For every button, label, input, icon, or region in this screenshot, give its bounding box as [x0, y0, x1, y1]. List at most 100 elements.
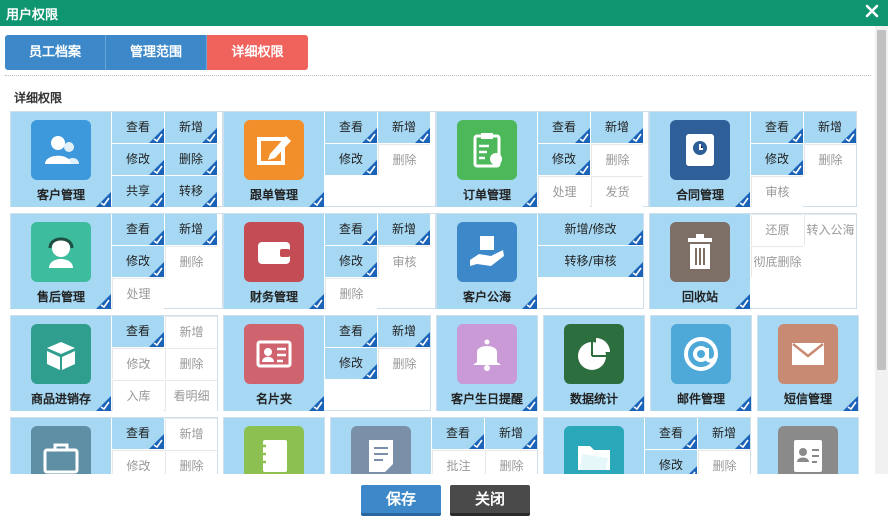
check-icon — [149, 128, 164, 143]
permission-option[interactable]: 新增 — [165, 214, 217, 245]
permission-option[interactable]: 转移/审核 — [538, 246, 643, 277]
module-card: 商品进销存 查看 新增 修改 删除 入库 看明细 — [10, 315, 218, 411]
check-icon — [309, 294, 324, 309]
permission-option[interactable]: 批注 — [432, 450, 484, 474]
permission-option[interactable]: 修改 — [112, 246, 164, 277]
permission-option[interactable]: 新增 — [591, 112, 643, 143]
permission-option[interactable]: 查看 — [112, 316, 164, 347]
permission-option[interactable]: 删除 — [165, 246, 217, 277]
module-card: 回收站 还原 转入公海 彻底删除 — [649, 213, 857, 309]
permission-option[interactable]: 看明细 — [165, 380, 217, 411]
check-icon — [362, 364, 377, 379]
module-card — [757, 417, 859, 474]
module-toggle[interactable]: 回收站 — [650, 214, 750, 309]
check-icon — [735, 434, 750, 449]
module-toggle[interactable] — [11, 418, 111, 474]
permission-option[interactable]: 修改 — [325, 246, 377, 277]
scrollbar-thumb[interactable] — [877, 30, 886, 370]
permission-option[interactable]: 删除 — [378, 348, 430, 379]
permission-option[interactable]: 转入公海 — [804, 214, 856, 245]
module-toggle[interactable] — [758, 418, 858, 474]
save-button[interactable]: 保存 — [361, 485, 441, 516]
permission-option[interactable]: 删除 — [698, 450, 750, 474]
permission-option[interactable]: 修改 — [325, 348, 377, 379]
module-toggle[interactable]: 订单管理 — [437, 112, 537, 207]
permission-option[interactable]: 审核 — [378, 246, 430, 277]
module-toggle[interactable]: 合同管理 — [650, 112, 750, 207]
tab-detailed-permissions[interactable]: 详细权限 — [207, 35, 308, 70]
module-toggle[interactable]: 数据统计 — [544, 316, 644, 411]
tab-employee-profile[interactable]: 员工档案 — [5, 35, 106, 70]
permission-option[interactable]: 新增 — [804, 112, 856, 143]
permission-option[interactable]: 还原 — [751, 214, 803, 245]
permission-option[interactable]: 查看 — [325, 214, 377, 245]
permission-option[interactable]: 查看 — [112, 214, 164, 245]
module-toggle[interactable]: 客户生日提醒 — [437, 316, 537, 411]
permission-option[interactable]: 新增 — [378, 214, 430, 245]
permission-option[interactable]: 查看 — [112, 112, 164, 143]
permission-option[interactable]: 处理 — [538, 176, 590, 207]
check-icon — [628, 230, 643, 245]
module-toggle[interactable]: 财务管理 — [224, 214, 324, 309]
permission-option[interactable]: 查看 — [645, 418, 697, 449]
permission-option[interactable]: 新增 — [165, 112, 217, 143]
permission-option[interactable]: 共享 — [112, 176, 164, 207]
permission-option[interactable]: 修改 — [538, 144, 590, 175]
module-toggle[interactable]: 商品进销存 — [11, 316, 111, 411]
module-toggle[interactable]: 短信管理 — [758, 316, 858, 411]
permission-option[interactable]: 新增/修改 — [538, 214, 643, 245]
permission-option[interactable]: 删除 — [804, 144, 856, 175]
permission-option[interactable]: 删除 — [165, 348, 217, 379]
permission-option[interactable]: 查看 — [538, 112, 590, 143]
permission-option[interactable]: 删除 — [591, 144, 643, 175]
permission-option[interactable]: 修改 — [112, 450, 164, 474]
check-icon — [788, 160, 803, 175]
check-icon — [628, 128, 643, 143]
permission-option[interactable]: 入库 — [112, 380, 164, 411]
module-toggle[interactable]: 名片夹 — [224, 316, 324, 411]
module-toggle[interactable]: 客户公海 — [437, 214, 537, 309]
permission-option[interactable]: 删除 — [165, 450, 217, 474]
permission-option[interactable]: 修改 — [112, 348, 164, 379]
close-button[interactable]: 关闭 — [450, 485, 530, 516]
module-toggle[interactable]: 邮件管理 — [651, 316, 751, 411]
module-toggle[interactable] — [224, 418, 324, 474]
permission-option[interactable]: 查看 — [432, 418, 484, 449]
permission-option[interactable]: 新增 — [378, 112, 430, 143]
scrollbar[interactable] — [875, 26, 888, 474]
module-toggle[interactable] — [544, 418, 644, 474]
permission-option[interactable]: 删除 — [165, 144, 217, 175]
check-icon — [362, 230, 377, 245]
tab-management-scope[interactable]: 管理范围 — [106, 35, 207, 70]
module-toggle[interactable]: 跟单管理 — [224, 112, 324, 207]
permission-option[interactable]: 新增 — [165, 316, 217, 347]
permission-option[interactable]: 转移 — [165, 176, 217, 207]
permission-option[interactable]: 修改 — [325, 144, 377, 175]
permission-option[interactable]: 发货 — [591, 176, 643, 207]
permission-option[interactable]: 审核 — [751, 176, 803, 207]
permission-option[interactable]: 修改 — [645, 450, 697, 474]
permission-option[interactable]: 新增 — [698, 418, 750, 449]
permission-option[interactable]: 新增 — [378, 316, 430, 347]
permission-option[interactable]: 查看 — [325, 316, 377, 347]
permission-option[interactable]: 修改 — [112, 144, 164, 175]
permission-option[interactable]: 删除 — [378, 144, 430, 175]
permission-option[interactable]: 新增 — [485, 418, 537, 449]
permission-option[interactable]: 修改 — [751, 144, 803, 175]
module-toggle[interactable]: 客户管理 — [11, 112, 111, 207]
permission-option[interactable]: 彻底删除 — [751, 246, 803, 277]
check-icon — [629, 396, 644, 411]
permission-option[interactable]: 删除 — [325, 278, 377, 309]
tab-bar: 员工档案 管理范围 详细权限 — [5, 35, 308, 70]
permission-option[interactable]: 新增 — [165, 418, 217, 449]
at-icon — [671, 324, 731, 384]
permission-option[interactable]: 查看 — [112, 418, 164, 449]
module-toggle[interactable] — [331, 418, 431, 474]
module-toggle[interactable]: 售后管理 — [11, 214, 111, 309]
permission-option[interactable]: 查看 — [751, 112, 803, 143]
module-card: 查看 新增 修改 删除 — [10, 417, 218, 474]
permission-option[interactable]: 查看 — [325, 112, 377, 143]
permission-option[interactable]: 处理 — [112, 278, 164, 309]
check-icon — [575, 128, 590, 143]
permission-option[interactable]: 删除 — [485, 450, 537, 474]
